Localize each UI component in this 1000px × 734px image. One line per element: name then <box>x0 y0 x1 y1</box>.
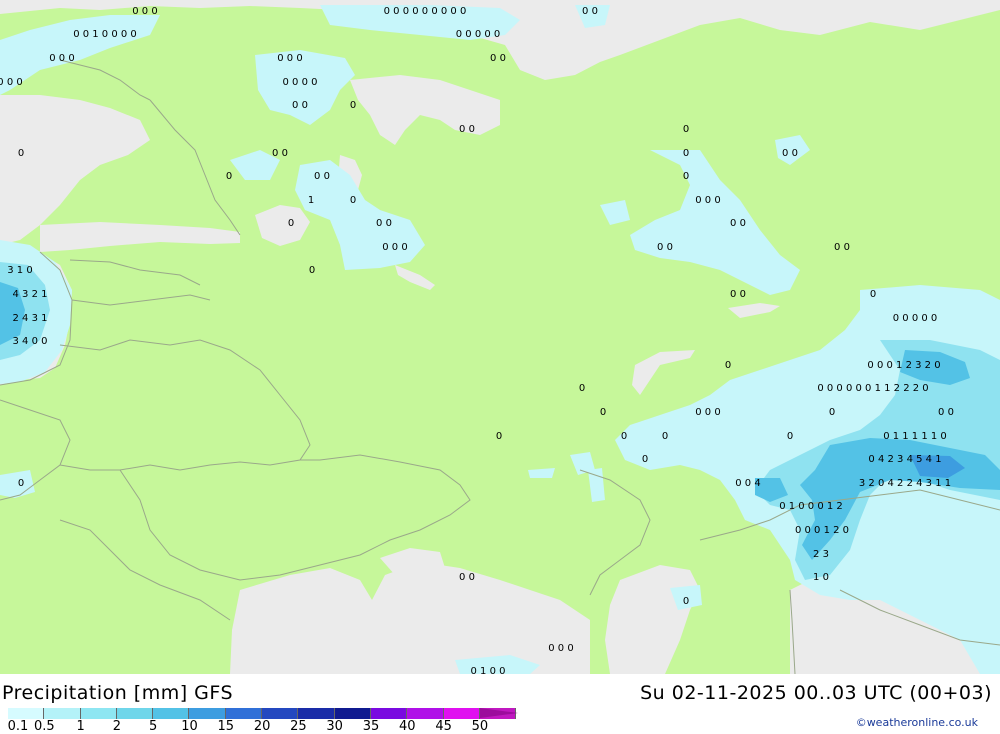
color-scale-swatch <box>407 708 444 719</box>
precip-value: 0 0 <box>272 148 288 159</box>
precip-value: 0 0 0 0 0 0 0 0 0 <box>384 6 467 17</box>
color-scale-swatch <box>189 708 226 719</box>
precip-value: 0 0 0 <box>49 53 74 64</box>
color-scale-swatch <box>262 708 299 719</box>
precip-value: 0 0 <box>582 6 598 17</box>
color-scale-swatch <box>225 708 263 719</box>
color-scale-tick-label: 30 <box>326 719 343 734</box>
color-scale-tick-label: 40 <box>399 719 416 734</box>
precip-value: 0 0 <box>730 289 746 300</box>
precip-value: 0 0 0 0 0 <box>893 313 938 324</box>
precip-value: 0 <box>829 407 835 418</box>
color-scale-arrow <box>480 708 518 718</box>
precip-value: 0 0 0 <box>695 195 720 206</box>
color-scale-tick-label: 15 <box>217 719 235 734</box>
color-scale-swatch <box>44 708 81 719</box>
color-scale-tick-label: 45 <box>435 719 452 734</box>
precip-value: 0 0 <box>376 218 392 229</box>
map-title: Precipitation [mm] GFS <box>2 682 234 704</box>
color-scale-swatch <box>443 708 480 719</box>
precip-value: 0 0 <box>938 407 954 418</box>
precip-value: 0 <box>683 148 689 159</box>
precip-value: 3 1 0 <box>7 265 32 276</box>
color-scale-ticks: 0.1 0.5 1 2 5 10 15 20 25 30 35 40 45 50 <box>0 719 520 734</box>
map-footer: Precipitation [mm] GFS Su 02-11-2025 00.… <box>0 674 1000 734</box>
precip-value: 0 0 <box>490 53 506 64</box>
precip-value: 3 2 0 4 2 2 4 3 1 1 <box>859 478 951 489</box>
precip-value: 0 0 0 <box>0 77 23 88</box>
precip-value: 0 <box>350 195 356 206</box>
precip-value: 0 <box>683 171 689 182</box>
color-scale-tick-label: 20 <box>253 719 271 734</box>
precip-value: 0 0 0 <box>382 242 407 253</box>
precip-value: 0 0 0 <box>132 6 157 17</box>
precip-value: 0 0 <box>834 242 850 253</box>
precip-value: 0 0 0 <box>695 407 720 418</box>
credit-link[interactable]: ©weatheronline.co.uk <box>856 716 978 729</box>
precip-value: 0 0 <box>730 218 746 229</box>
precip-value: 0 <box>683 124 689 135</box>
precip-value: 0 <box>309 265 315 276</box>
precip-value: 2 4 3 1 <box>13 313 48 324</box>
valid-time: Su 02-11-2025 00..03 UTC (00+03) <box>640 682 992 704</box>
color-scale-tick-label: 1 <box>76 719 85 734</box>
color-scale-tick-label: 35 <box>362 719 380 734</box>
color-scale-swatch <box>116 708 154 719</box>
color-scale-tick-label: 50 <box>471 719 489 734</box>
precip-value: 0 0 0 0 0 0 1 1 2 2 2 0 <box>817 383 928 394</box>
color-scale-tick-label: 10 <box>181 719 198 734</box>
color-scale-tick-label: 0.5 <box>33 719 55 734</box>
precip-value: 0 <box>600 407 606 418</box>
color-scale-tick-label: 5 <box>149 719 158 734</box>
precip-value: 0 <box>226 171 232 182</box>
precip-value: 0 0 4 <box>735 478 760 489</box>
precip-value: 0 <box>350 100 356 111</box>
precip-value: 0 0 <box>459 124 475 135</box>
color-scale <box>8 708 517 719</box>
precip-value: 0 <box>18 148 24 159</box>
precip-value: 0 <box>787 431 793 442</box>
precip-value: 3 4 0 0 <box>13 336 48 347</box>
precip-value: 0 0 <box>314 171 330 182</box>
precip-value: 0 <box>288 218 294 229</box>
precip-value: 0 0 <box>782 148 798 159</box>
color-scale-swatch <box>153 708 190 719</box>
color-scale-tick-label: 0.1 <box>7 719 29 734</box>
precip-value: 0 1 0 0 <box>471 666 506 674</box>
color-scale-swatch <box>334 708 371 719</box>
precip-value: 0 <box>642 454 648 465</box>
precip-value: 0 0 0 0 0 <box>456 29 501 40</box>
precip-value: 1 <box>308 195 314 206</box>
precip-value: 0 0 1 0 0 0 0 <box>73 29 137 40</box>
precip-value: 0 0 <box>459 572 475 583</box>
color-scale-swatch <box>80 708 117 719</box>
color-scale-swatch <box>370 708 408 719</box>
precip-value: 0 4 2 3 4 5 4 1 <box>868 454 941 465</box>
precip-value: 4 3 2 1 <box>13 289 48 300</box>
precip-value: 2 3 <box>813 549 829 560</box>
color-scale-tick-label: 25 <box>290 719 307 734</box>
precip-value: 0 <box>496 431 502 442</box>
precip-value: 0 <box>662 431 668 442</box>
precip-value: 0 0 0 <box>277 53 302 64</box>
precip-value: 0 0 0 0 <box>283 77 318 88</box>
precip-value: 0 1 1 1 1 1 0 <box>883 431 947 442</box>
precip-value: 0 1 0 0 0 1 2 <box>779 501 843 512</box>
precip-value: 0 <box>683 596 689 607</box>
precip-value: 0 <box>579 383 585 394</box>
precip-value: 0 0 0 1 2 0 <box>795 525 849 536</box>
precip-value: 0 0 0 <box>548 643 573 654</box>
precip-value: 1 0 <box>813 572 829 583</box>
precipitation-map: 0 0 0 0 0 0 0 0 0 0 0 0 0 0 0 0 1 0 0 0 … <box>0 0 1000 674</box>
precip-value: 0 0 <box>657 242 673 253</box>
precip-value: 0 <box>725 360 731 371</box>
color-scale-swatch <box>298 708 335 719</box>
precip-value: 0 0 <box>292 100 308 111</box>
precip-value: 0 0 0 1 2 3 2 0 <box>867 360 940 371</box>
precip-value: 0 <box>18 478 24 489</box>
precip-value: 0 <box>870 289 876 300</box>
color-scale-swatch <box>8 708 45 719</box>
color-scale-tick-label: 2 <box>112 719 122 734</box>
precip-value: 0 <box>621 431 627 442</box>
